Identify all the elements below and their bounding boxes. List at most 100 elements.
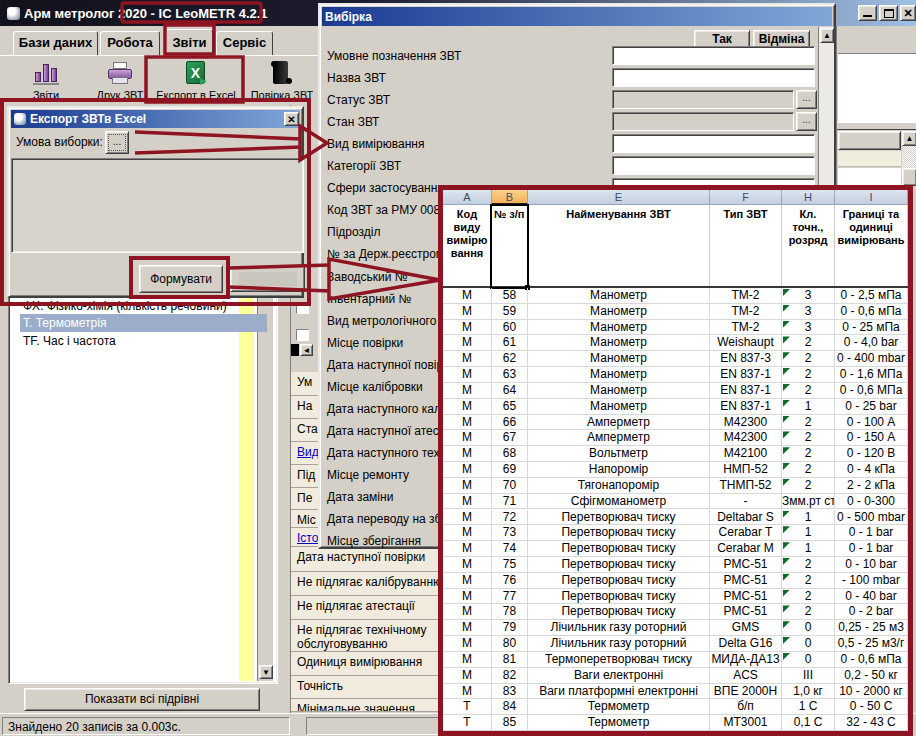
sheet-cell[interactable]: 0 - 120 В xyxy=(835,446,908,462)
sheet-cell[interactable]: 0 - 2,5 мПа xyxy=(835,288,908,304)
sheet-cell[interactable]: 2 - 2 кПа xyxy=(835,478,908,494)
sheet-cell[interactable]: 79 xyxy=(492,620,528,636)
sheet-cell[interactable]: Перетворювач тиску xyxy=(528,589,710,605)
sheet-cell[interactable]: 66 xyxy=(492,415,528,431)
sheet-cell[interactable]: 10 - 2000 кг xyxy=(835,684,908,700)
sheet-cell[interactable]: GMS xyxy=(710,620,782,636)
sheet-cell[interactable]: 60 xyxy=(492,320,528,336)
sheet-cell[interactable]: М42100 xyxy=(710,446,782,462)
sheet-cell[interactable]: 2 xyxy=(782,335,835,351)
sheet-cell[interactable]: 2 xyxy=(782,351,835,367)
sheet-cell[interactable]: 69 xyxy=(492,462,528,478)
sheet-cell[interactable]: 0 - 4 кПа xyxy=(835,462,908,478)
sheet-cell[interactable]: Перетворювач тиску xyxy=(528,557,710,573)
sheet-cell[interactable]: Лічильник газу роторний xyxy=(528,636,710,652)
sheet-cell[interactable]: 0 - 100 А xyxy=(835,415,908,431)
condition-listbox[interactable] xyxy=(11,158,304,253)
sheet-cell[interactable]: 1,0 кг xyxy=(782,684,835,700)
sheet-cell[interactable]: 82 xyxy=(492,668,528,684)
scroll-down-button[interactable]: ▼ xyxy=(259,665,273,679)
sheet-cell[interactable]: EN 837-3 xyxy=(710,351,782,367)
sheet-cell[interactable]: 2 xyxy=(782,430,835,446)
minimize-button[interactable] xyxy=(858,5,877,21)
sheet-cell[interactable]: Лічильник газу роторний xyxy=(528,620,710,636)
sheet-cell[interactable]: 2 xyxy=(782,367,835,383)
sheet-cell[interactable]: 71 xyxy=(492,494,528,510)
sheet-cell[interactable]: 0,5 - 25 м3/г xyxy=(835,636,908,652)
field-panel-item[interactable]: Одиниця вимірювання xyxy=(291,652,443,676)
sheet-cell[interactable]: М xyxy=(443,668,492,684)
tab-Сервіс[interactable]: Сервіс xyxy=(216,31,273,55)
sheet-cell[interactable]: 0 - 1 bar xyxy=(835,541,908,557)
sheet-cell[interactable]: М xyxy=(443,604,492,620)
sheet-cell[interactable]: 67 xyxy=(492,430,528,446)
field-panel-item[interactable]: Дата наступної повірки xyxy=(291,547,443,572)
sheet-cell[interactable]: 0 xyxy=(782,636,835,652)
sheet-cell[interactable]: М xyxy=(443,684,492,700)
sheet-cell[interactable]: 65 xyxy=(492,399,528,415)
vybirka-field-input[interactable] xyxy=(612,68,815,87)
sheet-cell[interactable]: Deltabar S xyxy=(710,510,782,526)
sheet-cell[interactable]: 3 xyxy=(782,320,835,336)
tab-Робота[interactable]: Робота xyxy=(100,31,160,55)
scroll-up-button[interactable]: ▲ xyxy=(902,131,916,146)
sheet-cell[interactable]: 74 xyxy=(492,541,528,557)
sheet-cell[interactable]: ТМ-2 xyxy=(710,304,782,320)
splitter-handle[interactable] xyxy=(291,344,299,356)
sheet-cell[interactable]: М xyxy=(443,620,492,636)
lookup-button[interactable]: ... xyxy=(796,90,817,109)
field-panel-item[interactable]: Не підлягає технічному обслуговуванню xyxy=(291,620,443,652)
sheet-cell[interactable]: Ваги платформні електронні xyxy=(528,684,710,700)
sheet-cell[interactable]: 0 - 1 bar xyxy=(835,525,908,541)
vybirka-field-input[interactable] xyxy=(612,156,815,175)
sheet-cell[interactable]: М xyxy=(443,415,492,431)
scroll-thumb[interactable] xyxy=(902,168,916,186)
sheet-cell[interactable]: - 100 mbar xyxy=(835,573,908,589)
sheet-cell[interactable]: М xyxy=(443,335,492,351)
sheet-cell[interactable]: М xyxy=(443,557,492,573)
sheet-cell[interactable]: Термометр xyxy=(528,715,710,731)
sheet-cell[interactable]: М xyxy=(443,541,492,557)
sheet-cell[interactable]: 2 xyxy=(782,462,835,478)
sheet-cell[interactable]: М xyxy=(443,430,492,446)
sheet-cell[interactable]: ТМ-2 xyxy=(710,288,782,304)
sheet-cell[interactable]: Змм.рт ст xyxy=(782,494,835,510)
list-item[interactable]: Т. Термометрія xyxy=(20,314,267,332)
sheet-cell[interactable]: 0,2 - 50 кг xyxy=(835,668,908,684)
sheet-cell[interactable]: ВПЕ 2000Н xyxy=(710,684,782,700)
sheet-cell[interactable]: 0 - 1,6 МПа xyxy=(835,367,908,383)
browse-button[interactable]: ... xyxy=(105,131,129,154)
sheet-cell[interactable]: PMC-51 xyxy=(710,604,782,620)
sheet-cell[interactable]: Weishaupt xyxy=(710,335,782,351)
vybirka-field-input[interactable] xyxy=(612,90,794,109)
sheet-cell[interactable]: 64 xyxy=(492,383,528,399)
sheet-cell[interactable]: 81 xyxy=(492,652,528,668)
sheet-cell[interactable]: 75 xyxy=(492,557,528,573)
sheet-cell[interactable]: 2 xyxy=(782,604,835,620)
sheet-cell[interactable]: 80 xyxy=(492,636,528,652)
sheet-cell[interactable]: М xyxy=(443,525,492,541)
sheet-cell[interactable]: Т xyxy=(443,699,492,715)
sheet-cell[interactable]: 0 - 0,6 мПа xyxy=(835,652,908,668)
sheet-cell[interactable]: Перетворювач тиску xyxy=(528,604,710,620)
column-header-E[interactable]: E xyxy=(528,190,710,205)
column-header-F[interactable]: F xyxy=(710,190,782,205)
sheet-cell[interactable]: EN 837-1 xyxy=(710,383,782,399)
sheet-cell[interactable]: 32 - 43 С xyxy=(835,715,908,731)
sheet-cell[interactable]: 0 xyxy=(782,620,835,636)
sheet-cell[interactable]: МИДА-ДА13 xyxy=(710,652,782,668)
sheet-cell[interactable]: 0 - 10 bar xyxy=(835,557,908,573)
sheet-cell[interactable]: Перетворювач тиску xyxy=(528,510,710,526)
sheet-cell[interactable]: Cerabar T xyxy=(710,525,782,541)
sheet-cell[interactable]: 3 xyxy=(782,304,835,320)
sheet-cell[interactable]: ТНМП-52 xyxy=(710,478,782,494)
sheet-cell[interactable]: 1 xyxy=(782,541,835,557)
field-panel-item[interactable]: Точність xyxy=(291,676,443,699)
field-panel-item[interactable]: Мінімальне значення xyxy=(291,699,443,712)
sheet-cell[interactable]: б/п xyxy=(710,699,782,715)
sheet-cell[interactable]: Манометр xyxy=(528,335,710,351)
sheet-cell[interactable]: 70 xyxy=(492,478,528,494)
sheet-cell[interactable]: Перетворювач тиску xyxy=(528,541,710,557)
sheet-cell[interactable]: EN 837-1 xyxy=(710,399,782,415)
close-button[interactable]: ✕ xyxy=(900,5,916,21)
